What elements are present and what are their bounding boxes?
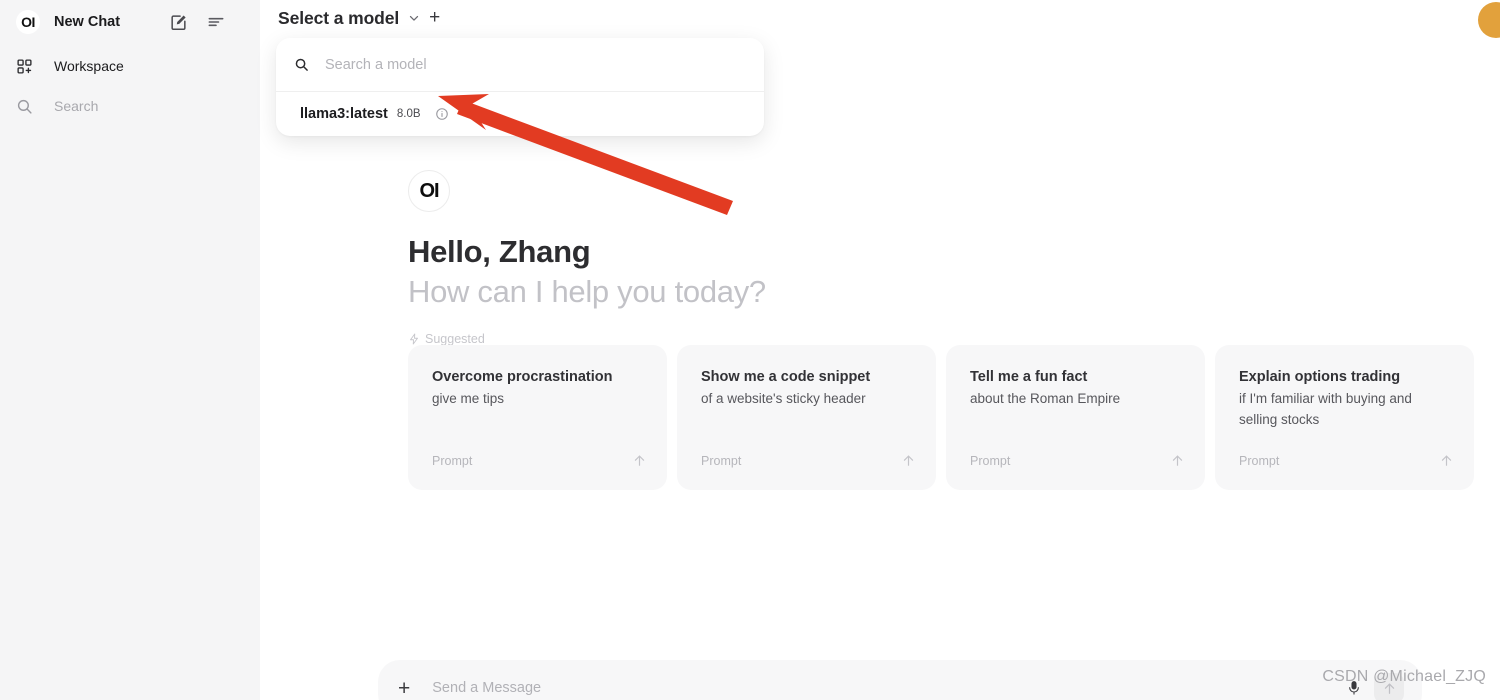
lightning-bolt-icon	[408, 333, 420, 345]
card-prompt-label: Prompt	[1239, 453, 1280, 468]
model-search-input[interactable]	[325, 56, 705, 73]
suggestion-card[interactable]: Explain options trading if I'm familiar …	[1215, 345, 1474, 490]
greeting-block: OI Hello, Zhang How can I help you today…	[408, 170, 1408, 346]
watermark: CSDN @Michael_ZJQ	[1322, 668, 1486, 685]
message-input[interactable]	[432, 680, 1346, 696]
model-option-size: 8.0B	[396, 108, 421, 120]
plus-icon[interactable]: +	[429, 8, 440, 29]
sidebar: OI New Chat Workspace Search	[0, 0, 260, 700]
suggestion-card[interactable]: Show me a code snippet of a website's st…	[677, 345, 936, 490]
sidebar-header: OI New Chat	[12, 0, 248, 44]
model-dropdown-panel: llama3:latest 8.0B	[276, 38, 764, 136]
suggested-header: Suggested	[408, 332, 1408, 346]
oi-logo-text: OI	[21, 14, 35, 30]
plus-icon[interactable]: +	[398, 678, 410, 699]
arrow-up-icon[interactable]	[1439, 453, 1454, 468]
model-selector-header[interactable]: Select a model +	[278, 6, 440, 30]
sidebar-item-search[interactable]: Search	[12, 88, 248, 124]
search-icon	[294, 57, 309, 72]
card-title: Tell me a fun fact	[970, 369, 1088, 385]
edit-square-icon[interactable]	[169, 13, 188, 32]
oi-logo-text: OI	[419, 179, 439, 202]
card-prompt-label: Prompt	[432, 453, 473, 468]
sidebar-item-label: Workspace	[54, 58, 124, 74]
card-prompt-label: Prompt	[701, 453, 742, 468]
card-title: Explain options trading	[1239, 369, 1401, 385]
model-search-row	[276, 38, 764, 92]
chevron-down-icon[interactable]	[407, 11, 421, 25]
card-subtitle: about the Roman Empire	[970, 391, 1121, 406]
search-icon	[16, 98, 38, 115]
message-input-bar: +	[378, 660, 1422, 700]
suggestion-card[interactable]: Overcome procrastination give me tips Pr…	[408, 345, 667, 490]
arrow-up-icon[interactable]	[901, 453, 916, 468]
oi-logo-icon: OI	[408, 170, 450, 212]
model-option-llama3[interactable]: llama3:latest 8.0B	[276, 92, 764, 136]
card-footer: Prompt	[701, 453, 916, 468]
workspace-grid-plus-icon	[16, 58, 38, 75]
suggested-label: Suggested	[425, 332, 485, 346]
card-subtitle: if I'm familiar with buying and selling …	[1239, 391, 1412, 427]
card-footer: Prompt	[432, 453, 647, 468]
arrow-up-icon[interactable]	[632, 453, 647, 468]
card-footer: Prompt	[970, 453, 1185, 468]
avatar[interactable]	[1478, 2, 1500, 38]
card-subtitle: give me tips	[432, 391, 505, 406]
sidebar-item-label: Search	[54, 98, 99, 114]
info-circle-icon[interactable]	[435, 107, 449, 121]
main-area: Select a model + llama3:latest 8.0B	[260, 0, 1500, 700]
sidebar-header-actions	[169, 12, 244, 32]
greeting-hello: Hello, Zhang	[408, 234, 591, 269]
card-footer: Prompt	[1239, 453, 1454, 468]
card-title: Overcome procrastination	[432, 369, 613, 385]
page-title: Select a model	[278, 7, 400, 28]
suggestion-cards: Overcome procrastination give me tips Pr…	[408, 345, 1474, 490]
app-root: OI New Chat Workspace Search Select a mo…	[0, 0, 1500, 700]
card-subtitle: of a website's sticky header	[701, 391, 866, 406]
sidebar-item-workspace[interactable]: Workspace	[12, 48, 248, 84]
greeting-subtitle: How can I help you today?	[408, 274, 766, 309]
suggestion-card[interactable]: Tell me a fun fact about the Roman Empir…	[946, 345, 1205, 490]
oi-logo-icon: OI	[16, 10, 40, 34]
card-title: Show me a code snippet	[701, 369, 871, 385]
card-prompt-label: Prompt	[970, 453, 1011, 468]
new-chat-label[interactable]: New Chat	[54, 14, 120, 30]
sidebar-toggle-icon[interactable]	[206, 12, 226, 32]
arrow-up-icon[interactable]	[1170, 453, 1185, 468]
model-option-name: llama3:latest	[300, 106, 388, 122]
